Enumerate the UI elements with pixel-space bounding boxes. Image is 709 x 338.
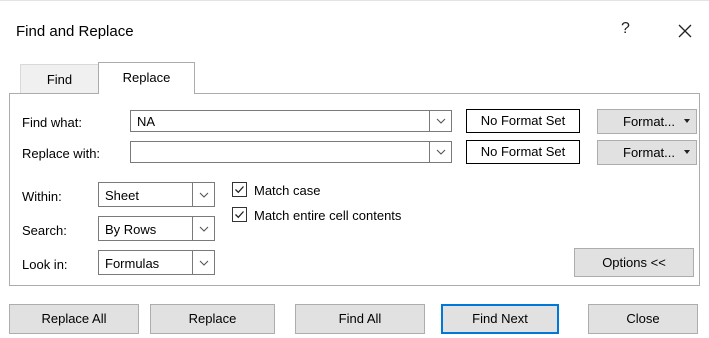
- dialog-title: Find and Replace: [16, 23, 134, 40]
- find-all-button[interactable]: Find All: [295, 304, 425, 334]
- replace-with-dropdown-button[interactable]: [429, 142, 451, 162]
- find-format-button-label: Format...: [623, 114, 676, 129]
- help-button[interactable]: ?: [621, 20, 630, 38]
- chevron-down-icon: [199, 226, 208, 232]
- chevron-down-icon: [436, 149, 445, 155]
- close-window-button[interactable]: [678, 24, 698, 44]
- chevron-down-icon: [199, 260, 208, 266]
- search-value: By Rows: [105, 222, 157, 237]
- replace-button[interactable]: Replace: [150, 304, 275, 334]
- checkmark-icon: [235, 186, 244, 194]
- search-select[interactable]: By Rows: [98, 216, 215, 241]
- find-what-dropdown-button[interactable]: [429, 111, 451, 131]
- look-in-select[interactable]: Formulas: [98, 250, 215, 275]
- look-in-dropdown-button[interactable]: [192, 251, 214, 274]
- within-value: Sheet: [105, 188, 139, 203]
- within-select[interactable]: Sheet: [98, 182, 215, 207]
- close-button[interactable]: Close: [588, 304, 698, 334]
- find-next-button[interactable]: Find Next: [441, 304, 559, 334]
- dropdown-arrow-icon: [684, 150, 690, 154]
- options-toggle-button[interactable]: Options <<: [574, 248, 694, 277]
- look-in-label: Look in:: [22, 257, 68, 272]
- dropdown-arrow-icon: [684, 119, 690, 123]
- match-case-label[interactable]: Match case: [254, 183, 320, 198]
- find-format-preview: No Format Set: [466, 109, 580, 133]
- replace-with-label: Replace with:: [22, 146, 101, 161]
- match-entire-cell-checkbox[interactable]: [232, 207, 247, 222]
- within-dropdown-button[interactable]: [192, 183, 214, 206]
- chevron-down-icon: [199, 192, 208, 198]
- tab-find-label: Find: [46, 72, 73, 87]
- within-label: Within:: [22, 189, 62, 204]
- replace-all-button[interactable]: Replace All: [9, 304, 139, 334]
- look-in-value: Formulas: [105, 256, 160, 271]
- tab-find[interactable]: Find: [20, 64, 99, 93]
- match-case-checkbox[interactable]: [232, 182, 247, 197]
- find-what-value: NA: [137, 114, 156, 129]
- search-dropdown-button[interactable]: [192, 217, 214, 240]
- replace-with-combo[interactable]: [130, 141, 452, 163]
- match-entire-cell-label[interactable]: Match entire cell contents: [254, 208, 401, 223]
- find-format-button[interactable]: Format...: [597, 109, 697, 134]
- search-label: Search:: [22, 223, 67, 238]
- checkmark-icon: [235, 211, 244, 219]
- tab-replace[interactable]: Replace: [98, 62, 195, 94]
- chevron-down-icon: [436, 118, 445, 124]
- tab-replace-label: Replace: [122, 70, 171, 85]
- window-top-edge: [0, 0, 709, 1]
- find-what-label: Find what:: [22, 115, 82, 130]
- close-icon: [678, 24, 692, 38]
- replace-format-preview: No Format Set: [466, 140, 580, 164]
- replace-format-button[interactable]: Format...: [597, 140, 697, 165]
- find-what-combo[interactable]: NA: [130, 110, 452, 132]
- replace-format-button-label: Format...: [623, 145, 676, 160]
